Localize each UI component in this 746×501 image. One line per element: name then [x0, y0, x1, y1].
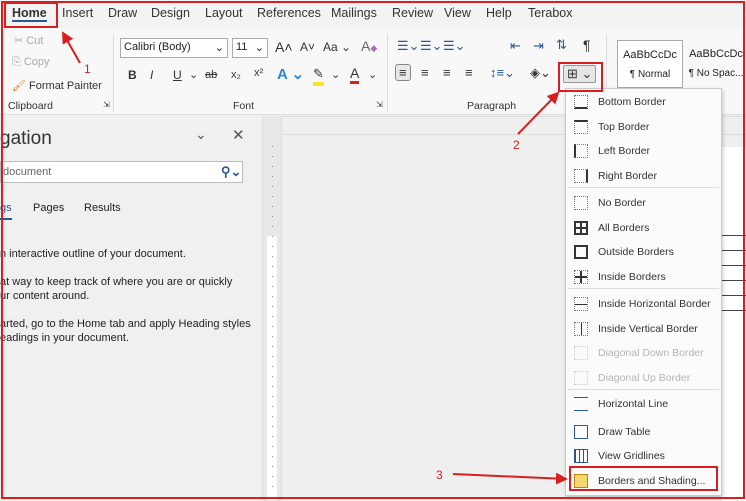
arrow-3 — [452, 472, 568, 485]
arrow-1 — [62, 31, 81, 64]
arrow-2 — [517, 91, 560, 135]
annotation-1: 1 — [84, 62, 91, 76]
annotation-arrows — [62, 31, 568, 485]
annotation-2: 2 — [513, 138, 520, 152]
annotation-3: 3 — [436, 468, 443, 482]
